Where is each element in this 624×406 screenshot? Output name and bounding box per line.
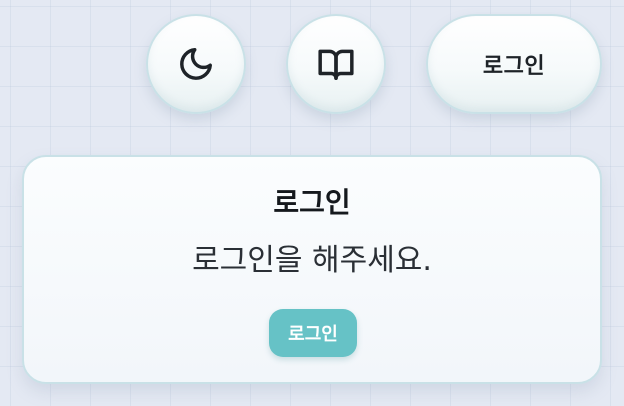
theme-toggle-button[interactable] [146,14,246,114]
login-card: 로그인 로그인을 해주세요. 로그인 [22,155,602,384]
book-open-icon [318,49,354,80]
card-title: 로그인 [273,186,351,219]
card-message: 로그인을 해주세요. [192,243,432,278]
guide-button[interactable] [286,14,386,114]
card-login-button[interactable]: 로그인 [269,309,357,357]
header-login-button[interactable]: 로그인 [426,14,602,114]
moon-icon [180,48,212,80]
